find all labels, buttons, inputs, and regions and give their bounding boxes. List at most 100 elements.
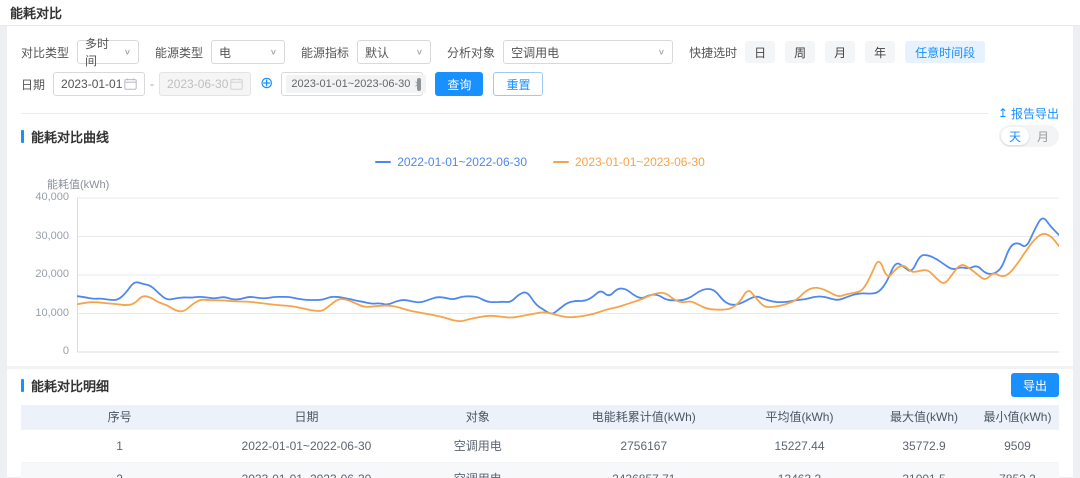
start-date-value: 2023-01-01 [61,77,122,91]
analysis-object-select[interactable]: 空调用电 ∨ [503,40,673,64]
table-section-header: 能耗对比明细 导出 [21,373,1059,397]
legend-item[interactable]: 2023-01-01~2023-06-30 [553,155,705,169]
energy-type-label: 能源类型 [155,44,203,61]
legend-item[interactable]: 2022-01-01~2022-06-30 [375,155,527,169]
y-axis-ticks: 010,00020,00030,00040,000 [21,194,77,356]
chart-section-title: 能耗对比曲线 [21,127,109,146]
upload-icon: ↥ [998,106,1008,120]
quick-month-button[interactable]: 月 [825,41,855,63]
analysis-object-group: 分析对象 空调用电 ∨ [447,40,673,64]
table-cell: 空调用电 [395,462,561,478]
table-cell: 31001.5 [872,462,976,478]
filter-row-2: 日期 2023-01-01 - 2023-06-30 ⊕ 2023-01-01~… [21,72,1059,96]
comparison-type-value: 多时间 [85,35,118,69]
calendar-icon [124,78,137,90]
table-cell: 7852.2 [976,462,1059,478]
energy-indicator-label: 能源指标 [301,44,349,61]
table-section-title: 能耗对比明细 [21,376,109,395]
chevron-down-icon: ∨ [416,48,423,57]
table-column-header: 最小值(kWh) [976,405,1059,429]
start-date-input[interactable]: 2023-01-01 [53,72,145,96]
legend-label: 2023-01-01~2023-06-30 [575,155,705,169]
energy-type-value: 电 [219,44,231,61]
y-axis-label: 能耗值(kWh) [47,176,1059,192]
energy-indicator-group: 能源指标 默认 ∨ [301,40,431,64]
chart-legend: 2022-01-01~2022-06-30 2023-01-01~2023-06-… [21,154,1059,170]
date-range-tag-text: 2023-01-01~2023-06-30 [291,78,410,90]
chevron-down-icon: ∨ [658,48,665,57]
comparison-type-group: 对比类型 多时间 ∨ [21,40,139,64]
calendar-icon [230,78,243,90]
table-column-header: 平均值(kWh) [727,405,872,429]
tagbox-scrollbar[interactable] [417,78,421,91]
section-divider [7,366,1073,369]
energy-indicator-value: 默认 [365,44,389,61]
filter-row-1: 对比类型 多时间 ∨ 能源类型 电 ∨ 能源指标 默认 ∨ 分析对象 空调用电 [21,40,1059,64]
legend-label: 2022-01-01~2022-06-30 [397,155,527,169]
y-tick-label: 20,000 [35,268,69,280]
table-header-row: 序号日期对象电能耗累计值(kWh)平均值(kWh)最大值(kWh)最小值(kWh… [21,405,1059,429]
chevron-down-icon: ∨ [124,48,131,57]
quick-select-label: 快捷选时 [689,44,737,61]
quick-week-button[interactable]: 周 [785,41,815,63]
date-range-tagbox[interactable]: 2023-01-01~2023-06-30 × [281,72,423,96]
page-header: 能耗对比 [0,0,1080,26]
quick-day-button[interactable]: 日 [745,41,775,63]
analysis-object-label: 分析对象 [447,44,495,61]
table-cell: 15227.44 [727,429,872,462]
chart-canvas[interactable] [77,194,1059,356]
quick-select-buttons: 日周月年 [745,41,905,63]
energy-type-select[interactable]: 电 ∨ [211,40,285,64]
table-cell: 9509 [976,429,1059,462]
table-column-header: 对象 [395,405,561,429]
legend-line-swatch [375,161,391,163]
energy-type-group: 能源类型 电 ∨ [155,40,285,64]
comparison-type-label: 对比类型 [21,44,69,61]
title-accent-bar [21,130,24,143]
date-range-separator: - [150,77,154,91]
report-export-link[interactable]: ↥ 报告导出 [998,105,1059,122]
table-cell: 2023-01-01~2023-06-30 [218,462,394,478]
table-cell: 2022-01-01~2022-06-30 [218,429,394,462]
report-export-text: 报告导出 [1011,105,1059,122]
series-line[interactable] [77,234,1059,321]
legend-line-swatch [553,161,569,163]
table-cell: 2 [21,462,218,478]
reset-button[interactable]: 重置 [493,72,543,96]
y-tick-label: 10,000 [35,307,69,319]
series-line[interactable] [77,218,1059,313]
main-card: 对比类型 多时间 ∨ 能源类型 电 ∨ 能源指标 默认 ∨ 分析对象 空调用电 [7,26,1073,477]
table-cell: 35772.9 [872,429,976,462]
y-tick-label: 40,000 [35,191,69,203]
toggle-day[interactable]: 天 [1001,127,1029,145]
comparison-type-select[interactable]: 多时间 ∨ [77,40,139,64]
divider-line [21,113,988,114]
quick-year-button[interactable]: 年 [865,41,895,63]
end-date-input[interactable]: 2023-06-30 [159,72,251,96]
table-column-header: 序号 [21,405,218,429]
table-export-button[interactable]: 导出 [1011,373,1059,397]
toggle-month[interactable]: 月 [1029,127,1057,145]
table-cell: 1 [21,429,218,462]
search-button[interactable]: 查询 [435,72,483,96]
table-cell: 2756167 [561,429,727,462]
chart-area: 010,00020,00030,00040,000 [21,194,1059,356]
date-range-tag: 2023-01-01~2023-06-30 × [286,75,426,93]
table-column-header: 电能耗累计值(kWh) [561,405,727,429]
table-body: 12022-01-01~2022-06-30空调用电275616715227.4… [21,429,1059,478]
table-row: 12022-01-01~2022-06-30空调用电275616715227.4… [21,429,1059,462]
quick-select-group: 快捷选时 日周月年 任意时间段 [689,41,985,63]
chart-title-text: 能耗对比曲线 [31,127,109,146]
detail-table: 序号日期对象电能耗累计值(kWh)平均值(kWh)最大值(kWh)最小值(kWh… [21,405,1059,478]
add-date-range-icon[interactable]: ⊕ [260,76,273,92]
chart-section-header: 能耗对比曲线 天月 [21,124,1059,148]
table-cell: 2436857.71 [561,462,727,478]
any-period-button[interactable]: 任意时间段 [905,41,985,63]
title-accent-bar [21,379,24,392]
end-date-value: 2023-06-30 [167,77,228,91]
date-label: 日期 [21,76,45,93]
table-column-header: 最大值(kWh) [872,405,976,429]
energy-indicator-select[interactable]: 默认 ∨ [357,40,431,64]
table-cell: 13463.3 [727,462,872,478]
page-title: 能耗对比 [10,3,62,22]
